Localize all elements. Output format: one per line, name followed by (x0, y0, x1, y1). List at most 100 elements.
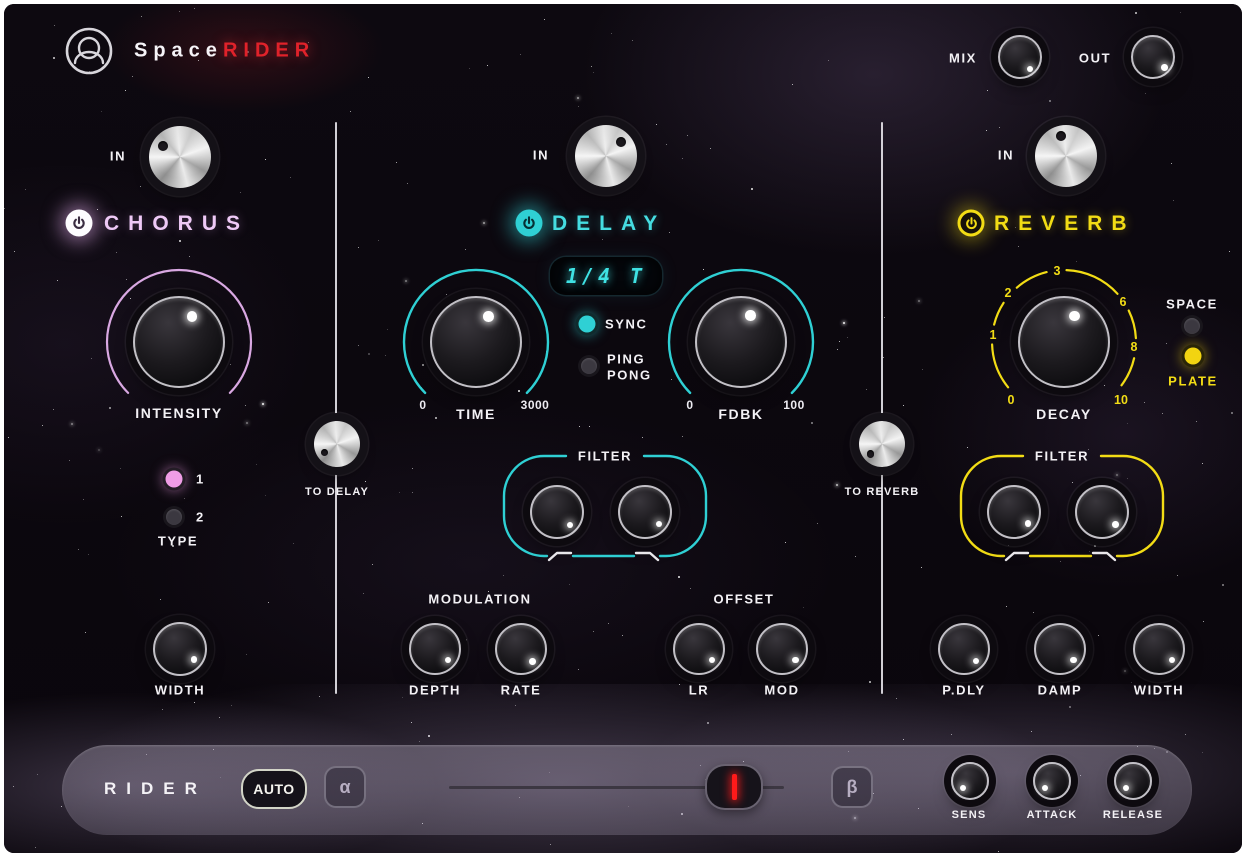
damp-knob[interactable] (1034, 623, 1086, 675)
time-knob[interactable] (430, 296, 522, 388)
lr-label: LR (689, 683, 710, 698)
alpha-button[interactable]: α (324, 766, 366, 808)
knob-indicator-dot (321, 449, 328, 456)
plate-label: PLATE (1168, 374, 1218, 389)
knob-indicator-dot (745, 310, 756, 321)
delay-filter-label: FILTER (578, 449, 632, 464)
depth-label: DEPTH (409, 683, 461, 698)
release-label: RELEASE (1103, 809, 1163, 821)
delay-filter-hp-knob[interactable] (530, 485, 584, 539)
mix-knob[interactable] (998, 35, 1042, 79)
delay-filter-lp-knob[interactable] (618, 485, 672, 539)
knob-indicator-dot (1042, 785, 1049, 792)
lr-knob[interactable] (673, 623, 725, 675)
knob-indicator-dot (973, 658, 980, 665)
plate-radio[interactable] (1185, 348, 1202, 365)
to-delay-label: TO DELAY (305, 486, 369, 498)
fdbk-max: 100 (783, 398, 805, 412)
power-icon (71, 215, 88, 232)
pdly-knob[interactable] (938, 623, 990, 675)
knob-indicator-dot (1123, 785, 1130, 792)
knob-indicator-dot (483, 311, 494, 322)
beta-button-label: β (847, 777, 858, 798)
sync-toggle[interactable] (579, 316, 596, 333)
knob-indicator-dot (960, 785, 967, 792)
divider-delay-reverb (881, 122, 883, 694)
time-label: TIME (456, 406, 496, 422)
ping-pong-label-line2: PONG (607, 367, 652, 383)
decay-tick-10: 10 (1114, 393, 1128, 407)
rider-slider-handle[interactable] (705, 764, 763, 810)
fdbk-knob[interactable] (695, 296, 787, 388)
intensity-knob[interactable] (133, 296, 225, 388)
out-knob[interactable] (1131, 35, 1175, 79)
decay-knob[interactable] (1018, 296, 1110, 388)
damp-label: DAMP (1038, 683, 1083, 698)
delay-time-display[interactable]: 1/4 T (550, 257, 662, 295)
auto-button-label: AUTO (253, 781, 294, 797)
ping-pong-label-line1: PING (607, 351, 652, 367)
ping-pong-toggle[interactable] (581, 358, 597, 374)
rider-title: RIDER (104, 779, 207, 799)
decay-label: DECAY (1036, 406, 1092, 422)
knob-indicator-dot (191, 656, 198, 663)
mod-knob[interactable] (756, 623, 808, 675)
knob-indicator-dot (187, 311, 198, 322)
chorus-type-1-radio[interactable] (166, 471, 183, 488)
divider-chorus-delay (335, 122, 337, 694)
to-delay-knob[interactable] (314, 421, 360, 467)
ping-pong-label: PING PONG (607, 351, 652, 382)
reverb-in-knob[interactable] (1035, 125, 1097, 187)
beta-button[interactable]: β (831, 766, 873, 808)
chorus-type-label: TYPE (158, 534, 198, 549)
intensity-label: INTENSITY (135, 405, 223, 421)
brand-rider: RIDER (223, 40, 315, 62)
auto-button[interactable]: AUTO (241, 769, 307, 809)
reverb-power-button[interactable] (958, 210, 985, 237)
depth-knob[interactable] (409, 623, 461, 675)
reverb-filter-lp-knob[interactable] (1075, 485, 1129, 539)
delay-in-label: IN (533, 148, 549, 163)
alpha-button-label: α (339, 777, 350, 798)
knob-indicator-dot (656, 521, 663, 528)
delay-time-display-value: 1/4 T (566, 264, 646, 288)
brand-space: Space (134, 40, 223, 62)
reverb-filter-hp-knob[interactable] (987, 485, 1041, 539)
space-label: SPACE (1166, 297, 1218, 312)
to-reverb-knob[interactable] (859, 421, 905, 467)
knob-indicator-dot (445, 657, 452, 664)
knob-indicator-dot (616, 137, 626, 147)
release-knob[interactable] (1114, 762, 1152, 800)
delay-in-knob[interactable] (575, 125, 637, 187)
mod-label: MOD (764, 683, 799, 698)
reverb-title: REVERB (994, 212, 1136, 236)
highpass-icon (547, 549, 573, 563)
knob-indicator-dot (709, 657, 716, 664)
delay-power-button[interactable] (516, 210, 543, 237)
chorus-title: CHORUS (104, 212, 249, 236)
chorus-power-button[interactable] (66, 210, 93, 237)
rider-slider-indicator (732, 774, 737, 800)
reverb-in-label: IN (998, 148, 1014, 163)
knob-indicator-dot (867, 450, 874, 457)
reverb-width-knob[interactable] (1133, 623, 1185, 675)
knob-indicator-dot (1025, 520, 1032, 527)
attack-knob[interactable] (1033, 762, 1071, 800)
plugin-surface: SpaceRIDER MIX OUT IN CHORUS INTENSITY 1… (4, 4, 1242, 853)
knob-indicator-dot (792, 657, 799, 664)
knob-indicator-dot (1070, 657, 1077, 664)
delay-title: DELAY (552, 212, 666, 236)
chorus-in-knob[interactable] (149, 126, 211, 188)
rate-knob[interactable] (495, 623, 547, 675)
decay-tick-0: 0 (1008, 393, 1015, 407)
space-radio[interactable] (1184, 318, 1200, 334)
chorus-type-1-label: 1 (196, 472, 205, 487)
sens-knob[interactable] (951, 762, 989, 800)
fdbk-label: FDBK (718, 406, 763, 422)
knob-indicator-dot (1069, 311, 1080, 322)
plugin-window: SpaceRIDER MIX OUT IN CHORUS INTENSITY 1… (0, 0, 1246, 857)
chorus-type-2-radio[interactable] (166, 509, 182, 525)
sync-label: SYNC (605, 317, 648, 332)
chorus-width-knob[interactable] (153, 622, 207, 676)
brand-title: SpaceRIDER (134, 40, 315, 63)
